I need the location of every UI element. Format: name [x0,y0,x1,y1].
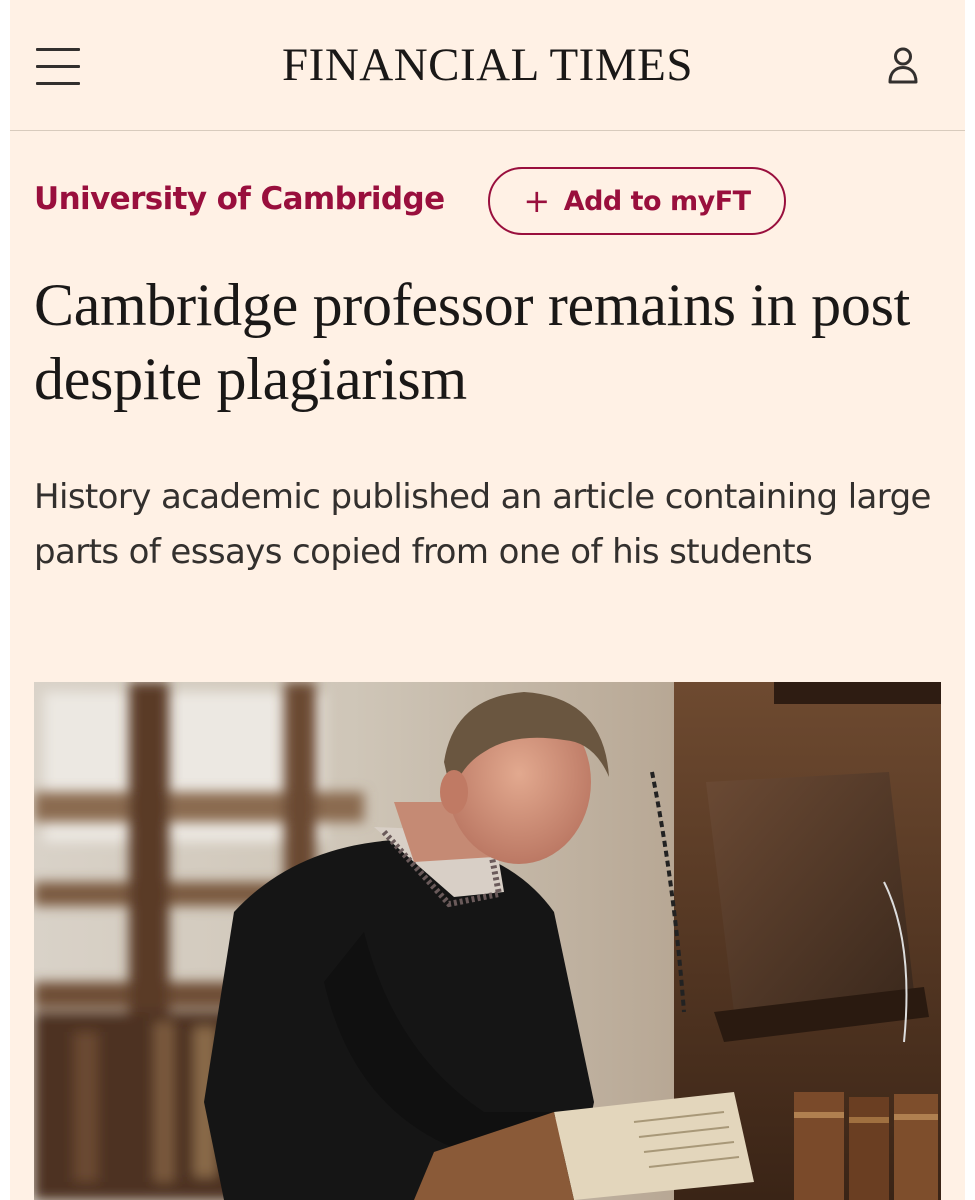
hero-photo [34,682,941,1200]
article-hero-image [34,682,941,1200]
plus-icon: + [523,182,550,220]
add-to-myft-button[interactable]: + Add to myFT [488,167,786,235]
brand-logo-link[interactable]: FINANCIAL TIMES [282,39,693,91]
site-header: FINANCIAL TIMES [10,0,965,131]
article-page: FINANCIAL TIMES University of Cambridge … [10,0,965,1200]
user-account-icon[interactable] [886,46,920,86]
topic-link[interactable]: University of Cambridge [34,181,445,217]
article-headline: Cambridge professor remains in post desp… [34,272,910,412]
article-standfirst: History academic published an article co… [34,477,931,572]
brand-logo: FINANCIAL TIMES [10,38,965,92]
screen-frame: FINANCIAL TIMES University of Cambridge … [0,0,975,1200]
hamburger-menu-icon[interactable] [36,46,80,88]
add-to-myft-label: Add to myFT [563,185,751,217]
